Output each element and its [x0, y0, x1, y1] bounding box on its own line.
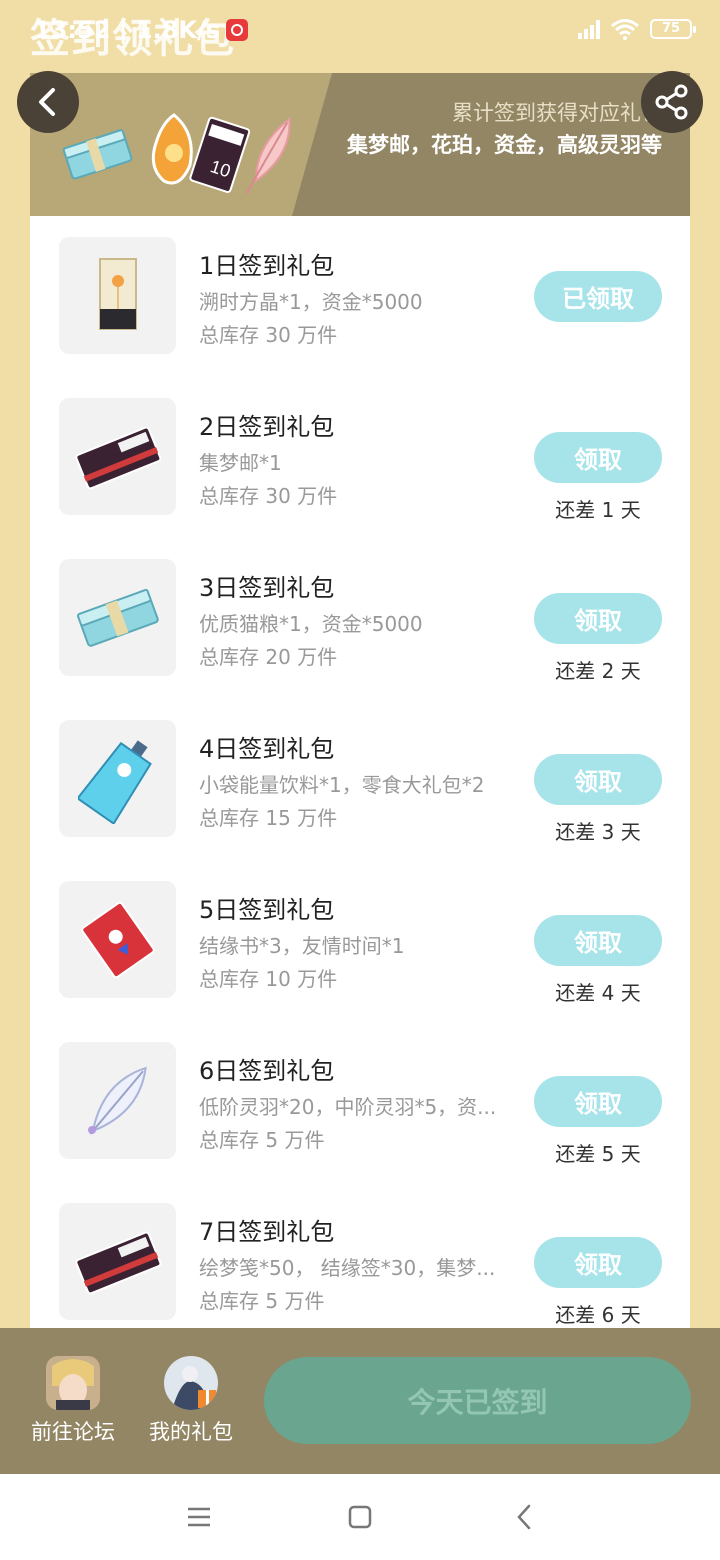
gift-item-day-2: 2日签到礼包 集梦邮*1 总库存 30 万件 领取 还差 1 天	[30, 377, 690, 538]
gift-stock: 总库存 20 万件	[199, 645, 338, 669]
gift-item-day-6: 6日签到礼包 低阶灵羽*20，中阶灵羽*5，资... 总库存 5 万件 领取 还…	[30, 1021, 690, 1182]
banner-subtitle: 累计签到获得对应礼包	[452, 101, 662, 125]
money-stack-icon	[59, 559, 176, 676]
claim-button[interactable]: 领取	[534, 915, 662, 966]
banner-text: 累计签到获得对应礼包 集梦邮，花珀，资金，高级灵羽等	[332, 97, 662, 161]
gift-list[interactable]: 1日签到礼包 溯时方晶*1，资金*5000 总库存 30 万件 已领取 2日签到…	[30, 216, 690, 1328]
gift-stock: 总库存 30 万件	[199, 323, 338, 347]
signal-icon	[578, 19, 600, 39]
days-left: 还差 2 天	[555, 659, 641, 683]
gift-name: 6日签到礼包	[199, 1057, 335, 1085]
claimed-button[interactable]: 已领取	[534, 271, 662, 322]
gift-desc: 溯时方晶*1，资金*5000	[199, 290, 423, 314]
gift-item-day-5: 5日签到礼包 结缘书*3，友情时间*1 总库存 10 万件 领取 还差 4 天	[30, 860, 690, 1021]
claim-button[interactable]: 领取	[534, 1237, 662, 1288]
back-arrow-icon	[39, 88, 55, 116]
gift-desc: 小袋能量饮料*1，零食大礼包*2	[199, 773, 485, 797]
forum-avatar	[46, 1356, 100, 1410]
status-bar: 签到领礼包 13:52 | 1.8K/s 75	[0, 0, 720, 62]
netease-app-icon	[226, 19, 249, 41]
gift-desc: 低阶灵羽*20，中阶灵羽*5，资...	[199, 1095, 497, 1119]
gift-desc: 优质猫粮*1，资金*5000	[199, 612, 423, 636]
gift-stock: 总库存 5 万件	[199, 1128, 325, 1152]
bottom-action-bar: 前往论坛 我的礼包 今天已签到	[0, 1328, 720, 1474]
gift-item-day-7: 7日签到礼包 绘梦笺*50， 结缘签*30，集梦... 总库存 5 万件 领取 …	[30, 1182, 690, 1328]
gift-item-day-1: 1日签到礼包 溯时方晶*1，资金*5000 总库存 30 万件 已领取	[30, 216, 690, 377]
gift-desc: 结缘书*3，友情时间*1	[199, 934, 405, 958]
gift-name: 3日签到礼包	[199, 574, 335, 602]
share-button[interactable]	[641, 71, 703, 133]
reward-items-illustration: 10	[62, 113, 291, 194]
battery-icon: 75	[650, 19, 696, 39]
days-left: 还差 6 天	[555, 1303, 641, 1327]
claim-button[interactable]: 领取	[534, 1076, 662, 1127]
gift-stock: 总库存 10 万件	[199, 967, 338, 991]
spirit-feather-icon	[59, 1042, 176, 1159]
gift-stock: 总库存 30 万件	[199, 484, 338, 508]
gift-name: 4日签到礼包	[199, 735, 335, 763]
days-left: 还差 1 天	[555, 498, 641, 522]
banner-rewards: 集梦邮，花珀，资金，高级灵羽等	[347, 133, 662, 157]
system-nav-bar	[0, 1474, 720, 1560]
claim-button[interactable]: 领取	[534, 593, 662, 644]
my-gifts-label: 我的礼包	[149, 1420, 233, 1444]
share-icon	[655, 84, 688, 120]
reward-banner: 10 累计签到获得对应礼包 集梦邮，花珀，资金，高级灵羽等	[30, 73, 690, 216]
days-left: 还差 3 天	[555, 820, 641, 844]
wifi-icon	[611, 19, 639, 40]
gift-item-day-3: 3日签到礼包 优质猫粮*1，资金*5000 总库存 20 万件 领取 还差 2 …	[30, 538, 690, 699]
status-icons: 75	[578, 18, 696, 40]
home-icon[interactable]	[345, 1502, 375, 1532]
menu-icon[interactable]	[184, 1502, 214, 1532]
claim-button[interactable]: 领取	[534, 754, 662, 805]
my-gifts-shortcut[interactable]: 我的礼包	[141, 1356, 241, 1446]
days-left: 还差 4 天	[555, 981, 641, 1005]
gift-name: 7日签到礼包	[199, 1218, 335, 1246]
forum-shortcut[interactable]: 前往论坛	[23, 1356, 123, 1446]
dream-mail-ticket-icon	[59, 398, 176, 515]
gift-name: 1日签到礼包	[199, 252, 335, 280]
gift-stock: 总库存 15 万件	[199, 806, 338, 830]
nav-back-icon[interactable]	[510, 1502, 540, 1532]
status-time: 13:52 | 1.8K/s	[34, 16, 249, 44]
gift-desc: 绘梦笺*50， 结缘签*30，集梦...	[199, 1256, 496, 1280]
bond-book-icon	[59, 881, 176, 998]
gift-stock: 总库存 5 万件	[199, 1289, 325, 1313]
claim-button[interactable]: 领取	[534, 432, 662, 483]
forum-label: 前往论坛	[31, 1420, 115, 1444]
energy-drink-pouch-icon	[59, 720, 176, 837]
signed-in-today-button[interactable]: 今天已签到	[264, 1357, 691, 1444]
battery-level: 75	[661, 21, 681, 36]
gift-item-day-4: 4日签到礼包 小袋能量饮料*1，零食大礼包*2 总库存 15 万件 领取 还差 …	[30, 699, 690, 860]
dream-paper-ticket-icon	[59, 1203, 176, 1320]
status-time-text: 13:52 | 1.8K/s	[34, 16, 221, 44]
gift-name: 5日签到礼包	[199, 896, 335, 924]
gift-name: 2日签到礼包	[199, 413, 335, 441]
back-button[interactable]	[17, 71, 79, 133]
my-gifts-avatar	[164, 1356, 218, 1410]
days-left: 还差 5 天	[555, 1142, 641, 1166]
gift-desc: 集梦邮*1	[199, 451, 282, 475]
crystal-cube-icon	[59, 237, 176, 354]
